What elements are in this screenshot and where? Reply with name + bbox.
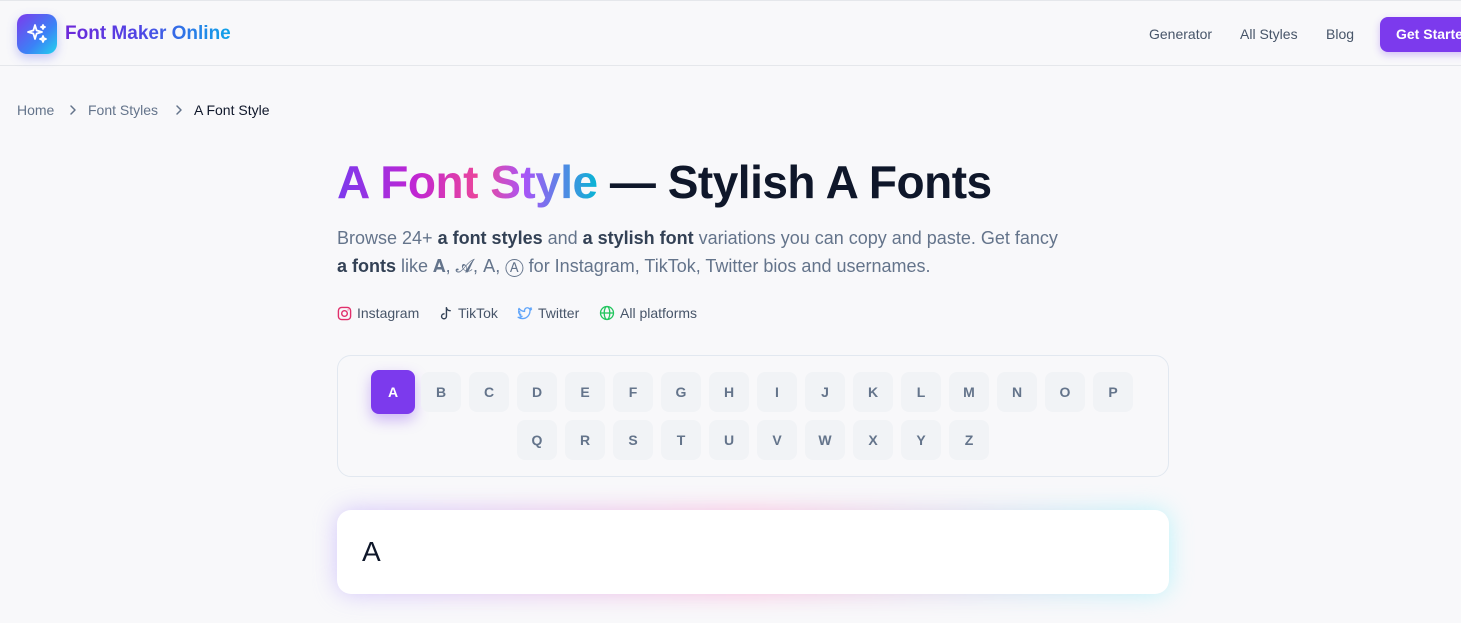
- site-header: Font Maker Online Generator All Styles B…: [0, 0, 1461, 66]
- desc-bold: a font styles: [437, 228, 543, 248]
- brand-name[interactable]: Font Maker Online: [65, 23, 231, 45]
- text-input[interactable]: A: [337, 510, 1169, 594]
- platform-label: TikTok: [458, 305, 498, 321]
- page-title: A Font Style — Stylish A Fonts: [337, 152, 992, 212]
- platform-all[interactable]: All platforms: [599, 304, 697, 322]
- letter-button[interactable]: L: [901, 372, 941, 412]
- letter-button[interactable]: B: [421, 372, 461, 412]
- platform-label: Instagram: [357, 305, 420, 321]
- letter-button[interactable]: O: [1045, 372, 1085, 412]
- letter-button[interactable]: J: [805, 372, 845, 412]
- breadcrumb-home[interactable]: Home: [17, 101, 54, 119]
- logo[interactable]: [17, 14, 57, 54]
- tiktok-icon: [440, 306, 451, 319]
- letter-button[interactable]: Y: [901, 420, 941, 460]
- get-started-button[interactable]: Get Started: [1380, 17, 1461, 52]
- letter-button[interactable]: Q: [517, 420, 557, 460]
- letter-button[interactable]: N: [997, 372, 1037, 412]
- letter-button[interactable]: E: [565, 372, 605, 412]
- breadcrumb-font-styles[interactable]: Font Styles: [88, 101, 158, 119]
- platform-twitter[interactable]: Twitter: [517, 304, 579, 322]
- letter-button[interactable]: Z: [949, 420, 989, 460]
- platform-tiktok[interactable]: TikTok: [438, 304, 498, 322]
- desc-bold: a stylish font: [582, 228, 694, 248]
- letter-button[interactable]: V: [757, 420, 797, 460]
- platform-label: All platforms: [620, 305, 698, 321]
- letter-button[interactable]: G: [661, 372, 701, 412]
- letter-button[interactable]: W: [805, 420, 845, 460]
- chevron-right-icon: [176, 105, 182, 115]
- letter-button[interactable]: A: [371, 370, 415, 414]
- nav-generator[interactable]: Generator: [1149, 25, 1212, 43]
- letter-button[interactable]: K: [853, 372, 893, 412]
- letter-button[interactable]: D: [517, 372, 557, 412]
- letter-button[interactable]: S: [613, 420, 653, 460]
- instagram-icon: [337, 306, 352, 320]
- sparkles-icon: [27, 24, 47, 43]
- platform-label: Twitter: [538, 305, 580, 321]
- chevron-right-icon: [70, 105, 76, 115]
- title-highlight: A Font Style: [337, 156, 598, 208]
- letter-button[interactable]: X: [853, 420, 893, 460]
- letter-button[interactable]: P: [1093, 372, 1133, 412]
- desc-text: like 𝐀, 𝓐, 𝖠, Ⓐ for Instagram, TikTok, T…: [396, 256, 931, 276]
- desc-text: Browse 24+: [337, 228, 438, 248]
- desc-text: and: [542, 228, 583, 248]
- nav-blog[interactable]: Blog: [1326, 25, 1354, 43]
- page-description: Browse 24+ a font styles and a stylish f…: [337, 224, 1127, 280]
- letter-button[interactable]: F: [613, 372, 653, 412]
- letter-button[interactable]: C: [469, 372, 509, 412]
- desc-text: variations you can copy and paste. Get f…: [693, 228, 1058, 248]
- letter-button[interactable]: H: [709, 372, 749, 412]
- letter-picker: A B C D E F G H I J K L M N O P Q R S T …: [337, 355, 1169, 477]
- letter-button[interactable]: I: [757, 372, 797, 412]
- letter-button[interactable]: R: [565, 420, 605, 460]
- desc-bold: a fonts: [337, 256, 397, 276]
- platform-instagram[interactable]: Instagram: [337, 304, 419, 322]
- nav-all-styles[interactable]: All Styles: [1240, 25, 1298, 43]
- letter-button[interactable]: M: [949, 372, 989, 412]
- title-rest: — Stylish A Fonts: [597, 156, 992, 208]
- breadcrumb-current: A Font Style: [194, 102, 270, 118]
- letter-button[interactable]: U: [709, 420, 749, 460]
- letter-button[interactable]: T: [661, 420, 701, 460]
- globe-icon: [599, 305, 615, 321]
- twitter-icon: [517, 306, 533, 319]
